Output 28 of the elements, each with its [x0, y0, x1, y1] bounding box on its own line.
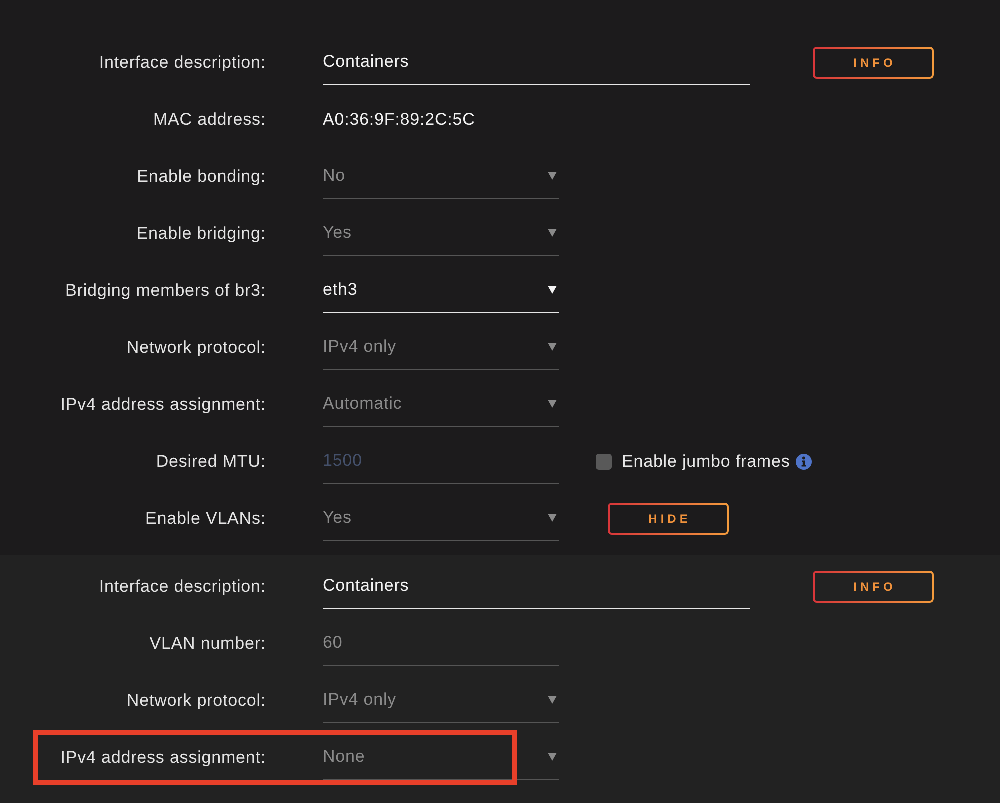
field-label: IPv4 address assignment: — [60, 748, 266, 768]
caret-icon — [548, 696, 557, 704]
field-label: Interface description: — [98, 52, 266, 72]
field-label: Network protocol: — [126, 690, 266, 710]
info-button[interactable]: INFO — [813, 570, 934, 602]
caret-icon — [548, 343, 557, 351]
caret-icon — [548, 514, 557, 522]
field-label: Enable bonding: — [136, 166, 266, 186]
field-label: VLAN number: — [148, 634, 266, 654]
field-label: MAC address: — [152, 110, 266, 130]
text-field[interactable]: Containers — [323, 564, 750, 608]
info-button[interactable]: INFO — [813, 46, 934, 78]
field-label: Desired MTU: — [155, 452, 266, 472]
field-label: Network protocol: — [126, 338, 266, 358]
caret-icon — [548, 753, 557, 761]
field-label: Interface description: — [98, 576, 266, 596]
text-field[interactable]: Containers — [323, 40, 750, 84]
caret-icon — [548, 400, 557, 408]
caret-icon — [548, 286, 557, 294]
field-label: Enable bridging: — [136, 224, 266, 244]
caret-icon — [548, 172, 557, 180]
field-label: Enable VLANs: — [144, 508, 266, 528]
info-icon[interactable] — [796, 454, 812, 470]
dropdown-select[interactable]: eth3 — [323, 268, 559, 312]
mac-address-value: A0:36:9F:89:2C:5C — [323, 110, 476, 130]
field-label: IPv4 address assignment: — [60, 394, 266, 414]
field-label: Bridging members of br3: — [64, 280, 266, 300]
caret-icon — [548, 229, 557, 237]
